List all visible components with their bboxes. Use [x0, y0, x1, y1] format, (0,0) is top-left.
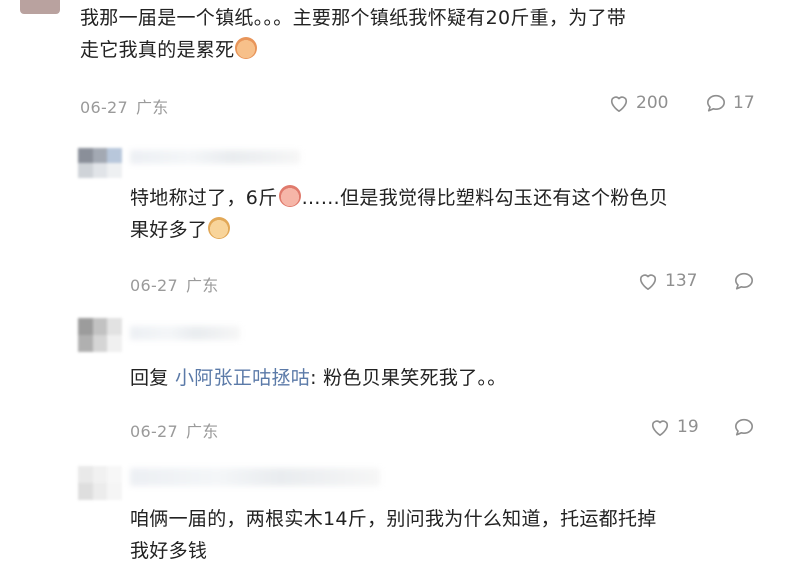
comment-line-2: 走它我真的是累死: [80, 39, 235, 61]
reply-to-username-link[interactable]: 小阿张正咕拯咕: [175, 367, 310, 389]
username-blurred[interactable]: [130, 468, 380, 486]
comment-meta: 06-27 广东: [130, 272, 219, 296]
like-button[interactable]: 137: [637, 271, 697, 291]
comment-line-2: 果好多了: [130, 219, 208, 241]
comment-date: 06-27: [130, 276, 178, 295]
comment-date: 06-27: [80, 98, 128, 117]
comment-date: 06-27: [130, 422, 178, 441]
heart-outline-icon: [610, 96, 628, 112]
avatar[interactable]: [78, 466, 122, 500]
comment-line-2: 我好多钱: [130, 540, 208, 562]
avatar[interactable]: [78, 318, 122, 352]
comment-location: 广东: [186, 422, 219, 441]
reply-text: : 粉色贝果笑死我了。。: [310, 367, 507, 389]
tired-face-emoji-icon: [235, 37, 258, 59]
reply-prefix: 回复: [130, 367, 169, 389]
reply-count: 17: [733, 93, 755, 113]
reply-button[interactable]: [733, 271, 755, 291]
speech-bubble-icon: [707, 94, 726, 112]
comment-meta: 06-27 广东: [130, 418, 219, 442]
comment-text: 回复 小阿张正咕拯咕: 粉色贝果笑死我了。。: [130, 362, 780, 394]
comment-line-1: 我那一届是一个镇纸。。。主要那个镇纸我怀疑有20斤重，为了带: [80, 7, 627, 29]
crying-face-emoji-icon: [278, 185, 301, 207]
speech-bubble-icon: [735, 418, 754, 436]
reply-button[interactable]: [733, 417, 755, 437]
speech-bubble-icon: [735, 272, 754, 290]
comment-meta: 06-27 广东: [80, 94, 169, 118]
username-blurred[interactable]: [130, 150, 300, 164]
like-count: 19: [677, 417, 699, 437]
comment-location: 广东: [136, 98, 169, 117]
avatar[interactable]: [78, 148, 122, 178]
comment-location: 广东: [186, 276, 219, 295]
comment-line-1: 咱俩一届的，两根实木14斤，别问我为什么知道，托运都托掉: [130, 508, 657, 530]
avatar[interactable]: [20, 0, 60, 14]
like-button[interactable]: 200: [608, 93, 668, 113]
like-button[interactable]: 19: [649, 417, 699, 437]
comment-text: 咱俩一届的，两根实木14斤，别问我为什么知道，托运都托掉 我好多钱: [130, 503, 790, 565]
like-count: 137: [665, 271, 698, 291]
comment-line-1b: ……但是我觉得比塑料勾玉还有这个粉色贝: [301, 187, 669, 209]
happy-face-emoji-icon: [208, 217, 231, 239]
like-count: 200: [636, 93, 669, 113]
heart-outline-icon: [639, 274, 657, 290]
username-blurred[interactable]: [130, 326, 240, 340]
comment-line-1a: 特地称过了，6斤: [130, 187, 278, 209]
reply-button[interactable]: 17: [705, 93, 755, 113]
comment-text: 特地称过了，6斤 ……但是我觉得比塑料勾玉还有这个粉色贝 果好多了: [130, 182, 780, 246]
heart-outline-icon: [651, 420, 669, 436]
comment-text: 我那一届是一个镇纸。。。主要那个镇纸我怀疑有20斤重，为了带 走它我真的是累死: [80, 2, 780, 66]
